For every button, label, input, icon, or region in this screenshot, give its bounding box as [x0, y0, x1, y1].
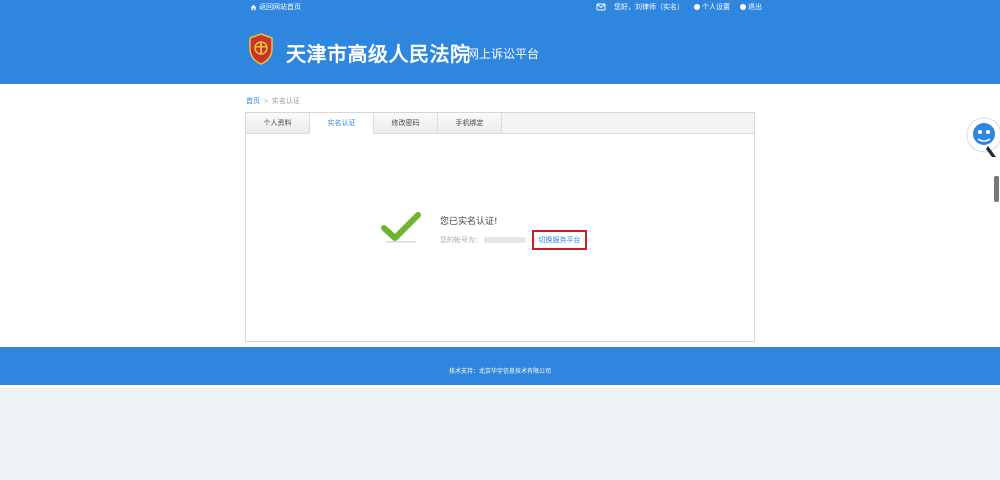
- floating-service-icon[interactable]: [962, 113, 1000, 161]
- breadcrumb-current: 实名认证: [271, 97, 300, 105]
- court-emblem-icon: [249, 33, 273, 65]
- settings-icon: [694, 4, 700, 10]
- message-icon[interactable]: [596, 2, 606, 12]
- breadcrumb-separator: >: [263, 97, 269, 105]
- site-title: 天津市高级人民法院: [286, 42, 471, 66]
- account-panel: 个人资料 实名认证 修改密码 手机绑定 您已实名认证! 您的帐号为： 切换服务平…: [245, 112, 755, 342]
- verified-message: 您已实名认证!: [440, 217, 498, 227]
- footer-support-text: 技术支持：北京华宇信息技术有限公司: [448, 368, 551, 375]
- settings-link[interactable]: 个人设置: [694, 0, 730, 14]
- logout-label: 退出: [748, 3, 762, 11]
- account-prefix: 您的帐号为：: [440, 236, 482, 244]
- checkmark-icon: [381, 212, 421, 243]
- account-line: 您的帐号为：: [440, 235, 526, 245]
- logout-link[interactable]: 退出: [740, 0, 762, 14]
- page-bottom: [0, 388, 1000, 480]
- power-icon: [740, 4, 746, 10]
- tab-change-password[interactable]: 修改密码: [374, 113, 438, 133]
- tab-phone-binding[interactable]: 手机绑定: [438, 113, 502, 133]
- top-bar: 返回网站首页 您好，刘律师（实名） 个人设置 退出: [0, 0, 1000, 14]
- home-link-label: 返回网站首页: [259, 3, 301, 11]
- breadcrumb-home[interactable]: 首页: [246, 97, 260, 105]
- home-icon: [250, 4, 257, 10]
- welcome-text: 您好，刘律师（实名）: [614, 3, 684, 11]
- breadcrumb: 首页 > 实名认证: [246, 96, 300, 106]
- footer: 技术支持：北京华宇信息技术有限公司: [0, 347, 1000, 385]
- side-scroll-handle[interactable]: [994, 176, 999, 202]
- site-subtitle: 网上诉讼平台: [467, 47, 540, 61]
- settings-label: 个人设置: [702, 3, 730, 11]
- masked-account-number: [484, 237, 526, 243]
- tab-profile[interactable]: 个人资料: [246, 113, 310, 133]
- tab-real-name-auth[interactable]: 实名认证: [310, 113, 374, 134]
- switch-platform-button[interactable]: 切换服务平台: [532, 230, 587, 250]
- home-link[interactable]: 返回网站首页: [250, 0, 301, 14]
- header: 天津市高级人民法院 网上诉讼平台: [0, 14, 1000, 84]
- tab-bar: 个人资料 实名认证 修改密码 手机绑定: [246, 113, 754, 134]
